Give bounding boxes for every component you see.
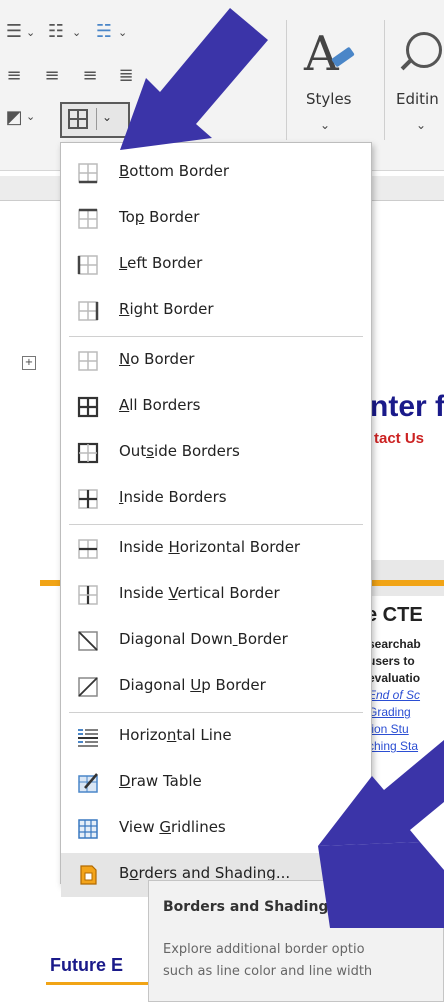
- body-text-line: evaluatio: [368, 671, 421, 685]
- tooltip-line: Explore additional border optio: [163, 942, 365, 957]
- menu-item-label: Draw Table: [119, 772, 202, 790]
- menu-item-horizontal-line[interactable]: Horizontal Line: [61, 715, 371, 759]
- menu-item-inside-vertical-border[interactable]: Inside Vertical Border: [61, 573, 371, 617]
- chevron-down-icon[interactable]: ⌄: [118, 26, 127, 39]
- diagonal-up-border-icon: [77, 676, 99, 698]
- chevron-down-icon: ⌄: [320, 118, 331, 132]
- menu-item-label: Right Border: [119, 300, 214, 318]
- menu-item-label: Inside Borders: [119, 488, 227, 506]
- body-text-line: users to: [368, 654, 415, 668]
- document-subheading[interactable]: tact Us: [374, 430, 424, 447]
- group-separator: [286, 20, 287, 140]
- menu-item-label: No Border: [119, 350, 195, 368]
- menu-separator: [69, 524, 363, 525]
- tooltip-line: such as line color and line width: [163, 964, 373, 979]
- document-body-text: searchab users to evaluatio End of Sc Gradin…: [368, 636, 444, 755]
- bottom-border-icon: [77, 162, 99, 184]
- chevron-down-icon[interactable]: ⌄: [26, 110, 35, 123]
- borders-dropdown-button[interactable]: ⌄: [60, 102, 130, 138]
- menu-item-right-border[interactable]: Right Border: [61, 289, 371, 333]
- menu-item-bottom-border[interactable]: Bottom Border: [61, 151, 371, 195]
- borders-and-shading-icon: [77, 864, 99, 886]
- tooltip-title: Borders and Shading: [163, 899, 329, 915]
- menu-item-no-border[interactable]: No Border: [61, 339, 371, 383]
- menu-item-inside-horizontal-border[interactable]: Inside Horizontal Border: [61, 527, 371, 571]
- styles-label: Styles: [306, 90, 352, 108]
- styles-group[interactable]: A Styles ⌄: [292, 26, 382, 156]
- document-link[interactable]: tion Stu: [368, 721, 444, 738]
- menu-item-view-gridlines[interactable]: View Gridlines: [61, 807, 371, 851]
- document-link[interactable]: Grading: [368, 704, 444, 721]
- chevron-down-icon: ⌄: [416, 118, 427, 132]
- menu-item-label: Bottom Border: [119, 162, 230, 180]
- menu-item-label: View Gridlines: [119, 818, 226, 836]
- editing-label: Editin: [396, 90, 439, 108]
- table-cell: [360, 560, 444, 596]
- diagonal-down-border-icon: [77, 630, 99, 652]
- menu-item-label: Left Border: [119, 254, 203, 272]
- menu-separator: [69, 712, 363, 713]
- group-separator: [384, 20, 385, 140]
- document-heading: nter f: [370, 390, 444, 423]
- menu-item-outside-borders[interactable]: Outside Borders: [61, 431, 371, 475]
- menu-item-all-borders[interactable]: All Borders: [61, 385, 371, 429]
- no-border-icon: [77, 350, 99, 372]
- menu-item-inside-borders[interactable]: Inside Borders: [61, 477, 371, 521]
- menu-item-label: Outside Borders: [119, 442, 240, 460]
- menu-item-label: Inside Vertical Border: [119, 584, 280, 602]
- menu-item-left-border[interactable]: Left Border: [61, 243, 371, 287]
- menu-item-label: All Borders: [119, 396, 201, 414]
- table-move-handle[interactable]: +: [22, 356, 36, 370]
- sort-icon[interactable]: ⇅: [130, 104, 158, 130]
- left-border-icon: [77, 254, 99, 276]
- align-center-icon[interactable]: ≡: [38, 62, 66, 88]
- menu-item-diagonal-up-border[interactable]: Diagonal Up Border: [61, 665, 371, 709]
- shading-icon[interactable]: ◩: [0, 104, 28, 130]
- chevron-down-icon[interactable]: ⌄: [26, 26, 35, 39]
- horizontal-line-icon: [77, 726, 99, 748]
- view-gridlines-icon: [77, 818, 99, 840]
- all-borders-icon: [68, 109, 88, 129]
- tooltip-body: Explore additional border optio such as …: [163, 939, 443, 983]
- multilevel-list-icon[interactable]: ☵: [90, 18, 118, 44]
- tooltip: Borders and Shading Explore additional b…: [148, 880, 444, 1002]
- draw-table-icon: [77, 772, 99, 794]
- document-link[interactable]: End of Sc: [368, 687, 444, 704]
- right-border-icon: [77, 300, 99, 322]
- menu-item-label: Diagonal Down Border: [119, 630, 288, 648]
- menu-separator: [69, 336, 363, 337]
- menu-item-label: Inside Horizontal Border: [119, 538, 301, 556]
- menu-item-label: Top Border: [119, 208, 200, 226]
- justify-icon[interactable]: ≣: [112, 62, 140, 88]
- footer-heading: Future E: [50, 955, 124, 975]
- body-text-line: searchab: [368, 637, 421, 651]
- menu-item-draw-table[interactable]: Draw Table: [61, 761, 371, 805]
- outside-borders-icon: [77, 442, 99, 464]
- inside-horizontal-border-icon: [77, 538, 99, 560]
- borders-menu: Bottom Border Top Border Left Border Right …: [60, 142, 372, 897]
- bullets-icon[interactable]: ☰: [0, 18, 28, 44]
- pilcrow-icon[interactable]: ¶: [170, 104, 198, 130]
- menu-item-label: Diagonal Up Border: [119, 676, 266, 694]
- chevron-down-icon: ⌄: [102, 110, 113, 124]
- all-borders-icon: [77, 396, 99, 418]
- align-right-icon[interactable]: ≡: [76, 62, 104, 88]
- styles-icon: A: [304, 26, 339, 82]
- inside-borders-icon: [77, 488, 99, 510]
- section-heading: e CTE: [366, 604, 423, 626]
- top-border-icon: [77, 208, 99, 230]
- search-icon: [406, 32, 442, 68]
- menu-item-diagonal-down-border[interactable]: Diagonal Down Border: [61, 619, 371, 663]
- document-link[interactable]: ching Sta: [368, 738, 444, 755]
- search-icon-handle: [400, 57, 414, 71]
- align-left-icon[interactable]: ≡: [0, 62, 28, 88]
- chevron-down-icon[interactable]: ⌄: [72, 26, 81, 39]
- menu-item-top-border[interactable]: Top Border: [61, 197, 371, 241]
- divider: [96, 108, 97, 130]
- editing-group[interactable]: Editin ⌄: [388, 22, 444, 152]
- numbering-icon[interactable]: ☷: [42, 18, 70, 44]
- menu-item-label: Horizontal Line: [119, 726, 232, 744]
- inside-vertical-border-icon: [77, 584, 99, 606]
